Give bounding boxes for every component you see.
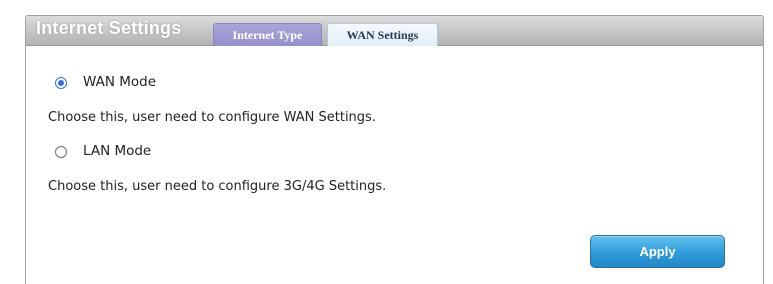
wan-mode-description: Choose this, user need to configure WAN … — [48, 110, 376, 125]
lan-mode-description: Choose this, user need to configure 3G/4… — [48, 179, 387, 194]
panel-title: Internet Settings — [36, 18, 182, 38]
lan-mode-label[interactable]: LAN Mode — [83, 143, 151, 159]
tab-wan-settings[interactable]: WAN Settings — [327, 23, 438, 46]
wan-mode-radio[interactable] — [55, 77, 67, 89]
panel-header: Internet Settings Internet Type WAN Sett… — [26, 16, 763, 46]
wan-mode-label[interactable]: WAN Mode — [83, 74, 156, 90]
internet-settings-panel: Internet Settings Internet Type WAN Sett… — [25, 15, 764, 284]
apply-button[interactable]: Apply — [590, 235, 725, 268]
lan-mode-radio[interactable] — [55, 146, 67, 158]
tab-internet-type[interactable]: Internet Type — [213, 23, 322, 46]
